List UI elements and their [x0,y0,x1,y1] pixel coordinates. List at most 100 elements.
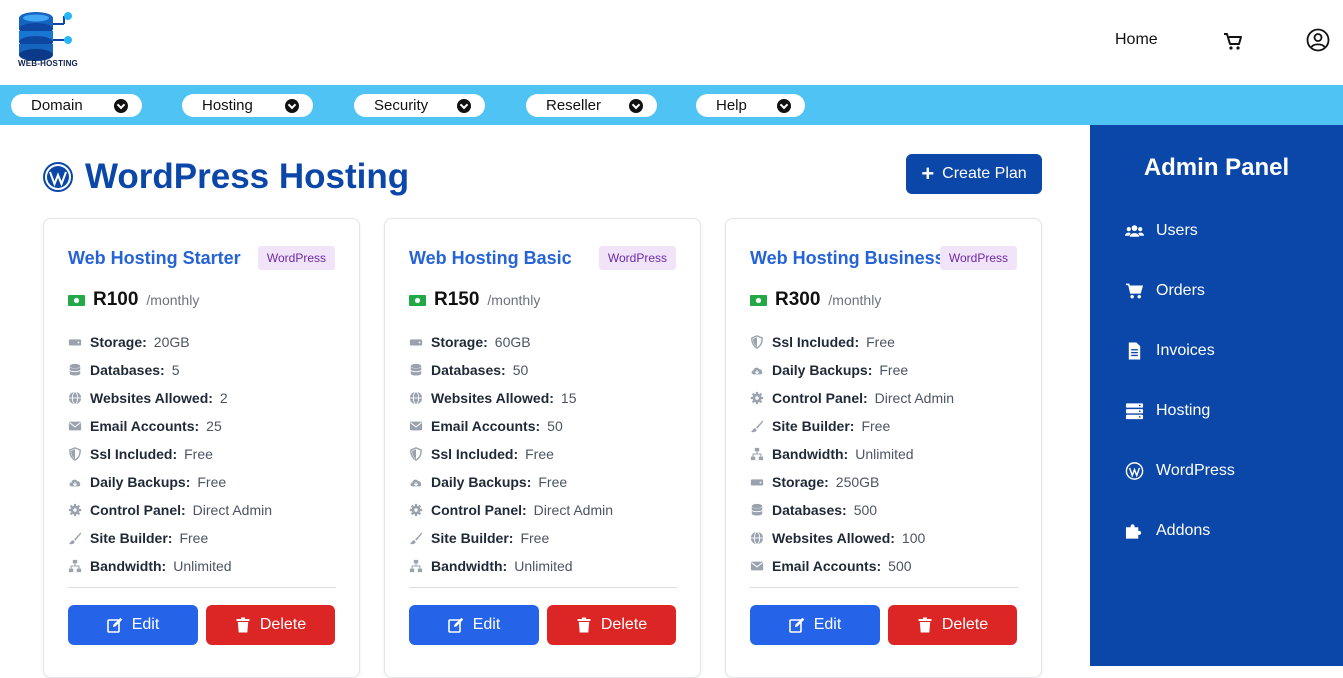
feature-label: Email Accounts: [772,558,882,574]
plan-price: R150 [434,289,480,310]
feature-value: Direct Admin [192,502,273,518]
sidebar-item-label: Hosting [1156,402,1211,419]
feature-row: Websites Allowed: 15 [409,384,679,412]
money-bill-icon [68,294,85,306]
database-icon [68,363,82,377]
feature-label: Ssl Included: [90,446,178,462]
cloud-icon [750,363,764,377]
feature-list: Storage: 20GB Databases: 5 Websites Allo… [68,328,338,580]
chevron-down-icon [777,98,791,113]
brush-icon [409,531,423,545]
trash-icon [918,617,932,633]
sidebar-item-users[interactable]: Users [1125,219,1198,243]
feature-row: Control Panel: Direct Admin [409,496,679,524]
admin-sidebar: Admin Panel Users Orders Invoices Hostin… [1090,125,1343,666]
price-row: R300 /monthly [750,289,881,311]
create-plan-button[interactable]: + Create Plan [906,154,1042,194]
edit-icon [447,617,464,633]
feature-label: Websites Allowed: [772,530,895,546]
feature-row: Bandwidth: Unlimited [68,552,338,580]
sidebar-item-addons[interactable]: Addons [1125,519,1210,543]
feature-row: Storage: 250GB [750,468,1020,496]
user-circle-icon[interactable] [1306,28,1330,52]
plan-card: Web Hosting Basic WordPress R150 /monthl… [384,218,701,678]
shield-icon [750,335,764,349]
sidebar-item-wordpress[interactable]: WordPress [1125,459,1235,483]
database-icon [409,363,423,377]
edit-label: Edit [813,616,842,633]
menu-label: Reseller [546,97,602,114]
feature-row: Ssl Included: Free [68,440,338,468]
feature-value: 500 [853,502,878,518]
edit-icon [106,617,123,633]
feature-value: 20GB [153,334,190,350]
menu-help-dropdown[interactable]: Help [696,94,805,117]
feature-value: Free [525,446,554,462]
feature-label: Email Accounts: [431,418,541,434]
feature-row: Databases: 5 [68,356,338,384]
mail-icon [409,419,423,433]
feature-row: Websites Allowed: 100 [750,524,1020,552]
feature-row: Bandwidth: Unlimited [750,440,1020,468]
menu-label: Domain [31,97,83,114]
gear-icon [409,503,423,517]
feature-value: Direct Admin [874,390,955,406]
feature-value: Unlimited [173,558,232,574]
edit-button[interactable]: Edit [68,605,198,645]
cloud-icon [409,475,423,489]
delete-button[interactable]: Delete [888,605,1017,645]
sidebar-item-hosting[interactable]: Hosting [1125,399,1210,423]
feature-value: Free [184,446,213,462]
cart-icon[interactable] [1222,31,1244,51]
cart-icon [1125,283,1144,299]
storage-icon [68,335,82,349]
plan-card: Web Hosting Business WordPress R300 /mon… [725,218,1042,678]
delete-button[interactable]: Delete [547,605,676,645]
feature-row: Control Panel: Direct Admin [750,384,1020,412]
feature-row: Email Accounts: 25 [68,412,338,440]
menu-domain-dropdown[interactable]: Domain [11,94,142,117]
feature-value: 60GB [494,334,531,350]
top-header: WEB-HOSTING Home [0,0,1343,85]
trash-icon [236,617,250,633]
database-icon [750,503,764,517]
feature-label: Site Builder: [431,530,514,546]
feature-label: Websites Allowed: [431,390,554,406]
wordpress-icon [43,162,73,192]
sidebar-item-orders[interactable]: Orders [1125,279,1205,303]
chevron-down-icon [457,98,471,113]
menu-security-dropdown[interactable]: Security [354,94,485,117]
users-icon [1125,225,1144,237]
menu-reseller-dropdown[interactable]: Reseller [526,94,657,117]
menu-hosting-dropdown[interactable]: Hosting [182,94,313,117]
menu-label: Security [374,97,429,114]
feature-value: Free [866,334,895,350]
invoice-icon [1128,342,1141,360]
cloud-icon [68,475,82,489]
page-title: WordPress Hosting [85,157,410,196]
delete-label: Delete [941,616,989,633]
feature-row: Daily Backups: Free [750,356,1020,384]
feature-value: Free [179,530,209,546]
sidebar-item-label: WordPress [1156,462,1235,479]
globe-icon [68,391,82,405]
edit-icon [788,617,805,633]
feature-label: Bandwidth: [772,446,849,462]
price-row: R150 /monthly [409,289,540,311]
menu-label: Help [716,97,747,114]
plus-icon: + [921,161,935,186]
feature-label: Storage: [431,334,488,350]
nav-home-link[interactable]: Home [1115,31,1158,49]
sidebar-title: Admin Panel [1143,154,1290,181]
feature-row: Databases: 50 [409,356,679,384]
chevron-down-icon [114,98,128,113]
feature-row: Control Panel: Direct Admin [68,496,338,524]
globe-icon [409,391,423,405]
globe-icon [750,531,764,545]
edit-button[interactable]: Edit [409,605,539,645]
delete-button[interactable]: Delete [206,605,335,645]
sidebar-item-invoices[interactable]: Invoices [1125,339,1215,363]
feature-value: Free [197,474,227,490]
feature-row: Bandwidth: Unlimited [409,552,679,580]
edit-button[interactable]: Edit [750,605,880,645]
